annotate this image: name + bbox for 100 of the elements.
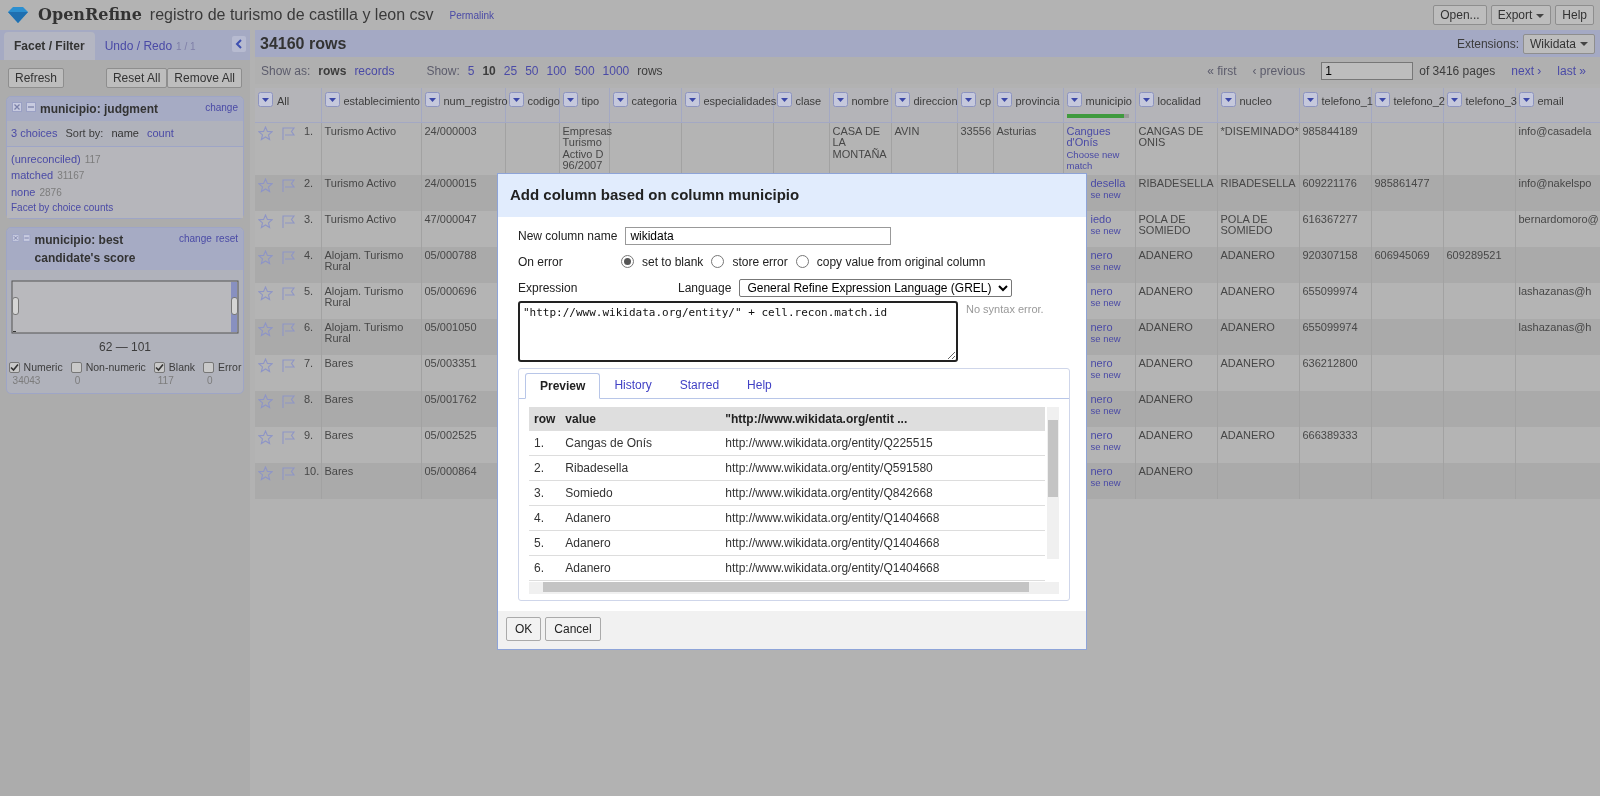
facet-choice-link[interactable]: none	[11, 183, 36, 200]
match-link[interactable]: nero	[1090, 465, 1132, 477]
choose-new-match-link[interactable]: se new	[1090, 369, 1132, 380]
star-icon[interactable]	[258, 213, 273, 229]
dropdown-icon[interactable]	[776, 92, 792, 107]
dropdown-icon[interactable]	[562, 92, 578, 107]
choose-new-match-link[interactable]: se new	[1090, 441, 1132, 452]
pager-link[interactable]: next ›	[1511, 61, 1542, 80]
page-size-link[interactable]: 10	[482, 61, 496, 80]
match-link[interactable]: iedo	[1090, 213, 1132, 225]
facet-choice-link[interactable]: matched	[11, 167, 54, 184]
checkbox[interactable]	[70, 362, 82, 374]
dropdown-icon[interactable]	[1518, 92, 1534, 107]
match-link[interactable]: nero	[1090, 321, 1132, 333]
facet-footer-link[interactable]: Facet by choice counts	[11, 200, 239, 215]
facet-action-link[interactable]: change	[178, 231, 212, 246]
panel-tab[interactable]: Facet / Filter	[4, 32, 95, 60]
match-link[interactable]: nero	[1090, 285, 1132, 297]
choose-new-match-link[interactable]: Choose new match	[1066, 148, 1132, 171]
dropdown-button[interactable]: Wikidata	[1523, 33, 1595, 54]
page-size-link[interactable]: 25	[503, 61, 518, 80]
checkbox[interactable]	[153, 362, 165, 374]
dropdown-icon[interactable]	[1446, 92, 1462, 107]
dropdown-icon[interactable]	[684, 92, 700, 107]
match-link[interactable]: Cangues d'Onís	[1066, 125, 1132, 149]
remove-all-button[interactable]: Remove All	[167, 68, 242, 88]
radio-button[interactable]	[795, 255, 809, 268]
facet-action-link[interactable]: change	[205, 100, 238, 115]
dropdown-button[interactable]: Export	[1490, 5, 1552, 25]
view-mode-link[interactable]: records	[354, 61, 395, 80]
facet-action-link[interactable]: reset	[215, 231, 238, 246]
radio-button[interactable]	[621, 255, 634, 268]
view-mode-link[interactable]: rows	[318, 61, 347, 80]
star-icon[interactable]	[258, 429, 273, 445]
dropdown-icon[interactable]	[996, 92, 1012, 107]
choose-new-match-link[interactable]: se new	[1090, 405, 1132, 416]
horizontal-scrollbar[interactable]	[529, 581, 1059, 594]
refresh-button[interactable]: Refresh	[8, 68, 65, 88]
toolbar-button[interactable]: Open...	[1433, 5, 1487, 25]
dialog-tab[interactable]: Preview	[525, 372, 601, 399]
page-size-link[interactable]: 1000	[602, 61, 630, 80]
dropdown-icon[interactable]	[424, 92, 440, 107]
choose-new-match-link[interactable]: se new	[1090, 261, 1132, 272]
dropdown-icon[interactable]	[894, 92, 910, 107]
match-link[interactable]: nero	[1090, 249, 1132, 261]
page-size-link[interactable]: 5	[467, 61, 475, 80]
language-select[interactable]: General Refine Expression Language (GREL)	[739, 278, 1013, 297]
choices-count-link[interactable]: 3 choices	[11, 125, 58, 142]
permalink-link[interactable]: Permalink	[449, 7, 494, 23]
dropdown-icon[interactable]	[1138, 92, 1154, 107]
star-icon[interactable]	[258, 465, 273, 481]
dialog-button[interactable]: Cancel	[545, 616, 601, 641]
dialog-tab[interactable]: Help	[733, 372, 786, 398]
page-input[interactable]: 1	[1321, 61, 1414, 80]
reset-all-button[interactable]: Reset All	[105, 68, 168, 88]
dropdown-icon[interactable]	[324, 92, 340, 107]
sort-option[interactable]: name	[111, 125, 139, 142]
dropdown-icon[interactable]	[832, 92, 848, 107]
facet-choice-link[interactable]: (unreconciled)	[11, 150, 81, 167]
dropdown-icon[interactable]	[508, 92, 524, 107]
dialog-tab[interactable]: Starred	[665, 372, 734, 398]
dropdown-icon[interactable]	[1302, 92, 1318, 107]
star-icon[interactable]	[258, 249, 273, 265]
match-link[interactable]: nero	[1090, 357, 1132, 369]
checkbox[interactable]	[203, 362, 215, 374]
toolbar-button[interactable]: Help	[1555, 5, 1594, 25]
page-size-link[interactable]: 50	[525, 61, 539, 80]
star-icon[interactable]	[258, 321, 273, 337]
dropdown-icon[interactable]	[1374, 92, 1390, 107]
dropdown-icon[interactable]	[612, 92, 628, 107]
range-handle[interactable]	[231, 297, 238, 315]
page-size-link[interactable]: 500	[574, 61, 595, 80]
radio-button[interactable]	[711, 255, 725, 268]
choose-new-match-link[interactable]: se new	[1090, 189, 1132, 200]
expression-field[interactable]: "http://www.wikidata.org/entity/" + cell.recon.match.id	[518, 300, 958, 362]
star-icon[interactable]	[258, 177, 273, 193]
match-link[interactable]: nero	[1090, 393, 1132, 405]
collapse-icon[interactable]	[232, 36, 246, 52]
match-link[interactable]: desella	[1090, 177, 1132, 189]
dropdown-icon[interactable]	[258, 92, 273, 107]
dropdown-icon[interactable]	[1066, 92, 1082, 107]
sort-option[interactable]: count	[146, 125, 174, 142]
minimize-icon[interactable]	[23, 233, 31, 243]
dialog-tab[interactable]: History	[600, 372, 666, 398]
choose-new-match-link[interactable]: se new	[1090, 297, 1132, 308]
choose-new-match-link[interactable]: se new	[1090, 225, 1132, 236]
minimize-icon[interactable]	[26, 102, 36, 112]
vertical-scrollbar[interactable]	[1047, 406, 1059, 559]
star-icon[interactable]	[258, 125, 273, 141]
star-icon[interactable]	[258, 357, 273, 373]
range-handle[interactable]	[12, 297, 19, 315]
input-field[interactable]: wikidata	[625, 226, 892, 245]
checkbox[interactable]	[8, 362, 20, 374]
close-icon[interactable]	[12, 233, 20, 243]
match-link[interactable]: nero	[1090, 429, 1132, 441]
star-icon[interactable]	[258, 285, 273, 301]
dropdown-icon[interactable]	[1220, 92, 1236, 107]
dialog-button[interactable]: OK	[506, 616, 542, 641]
close-icon[interactable]	[12, 102, 22, 112]
page-size-link[interactable]: 100	[546, 61, 567, 80]
